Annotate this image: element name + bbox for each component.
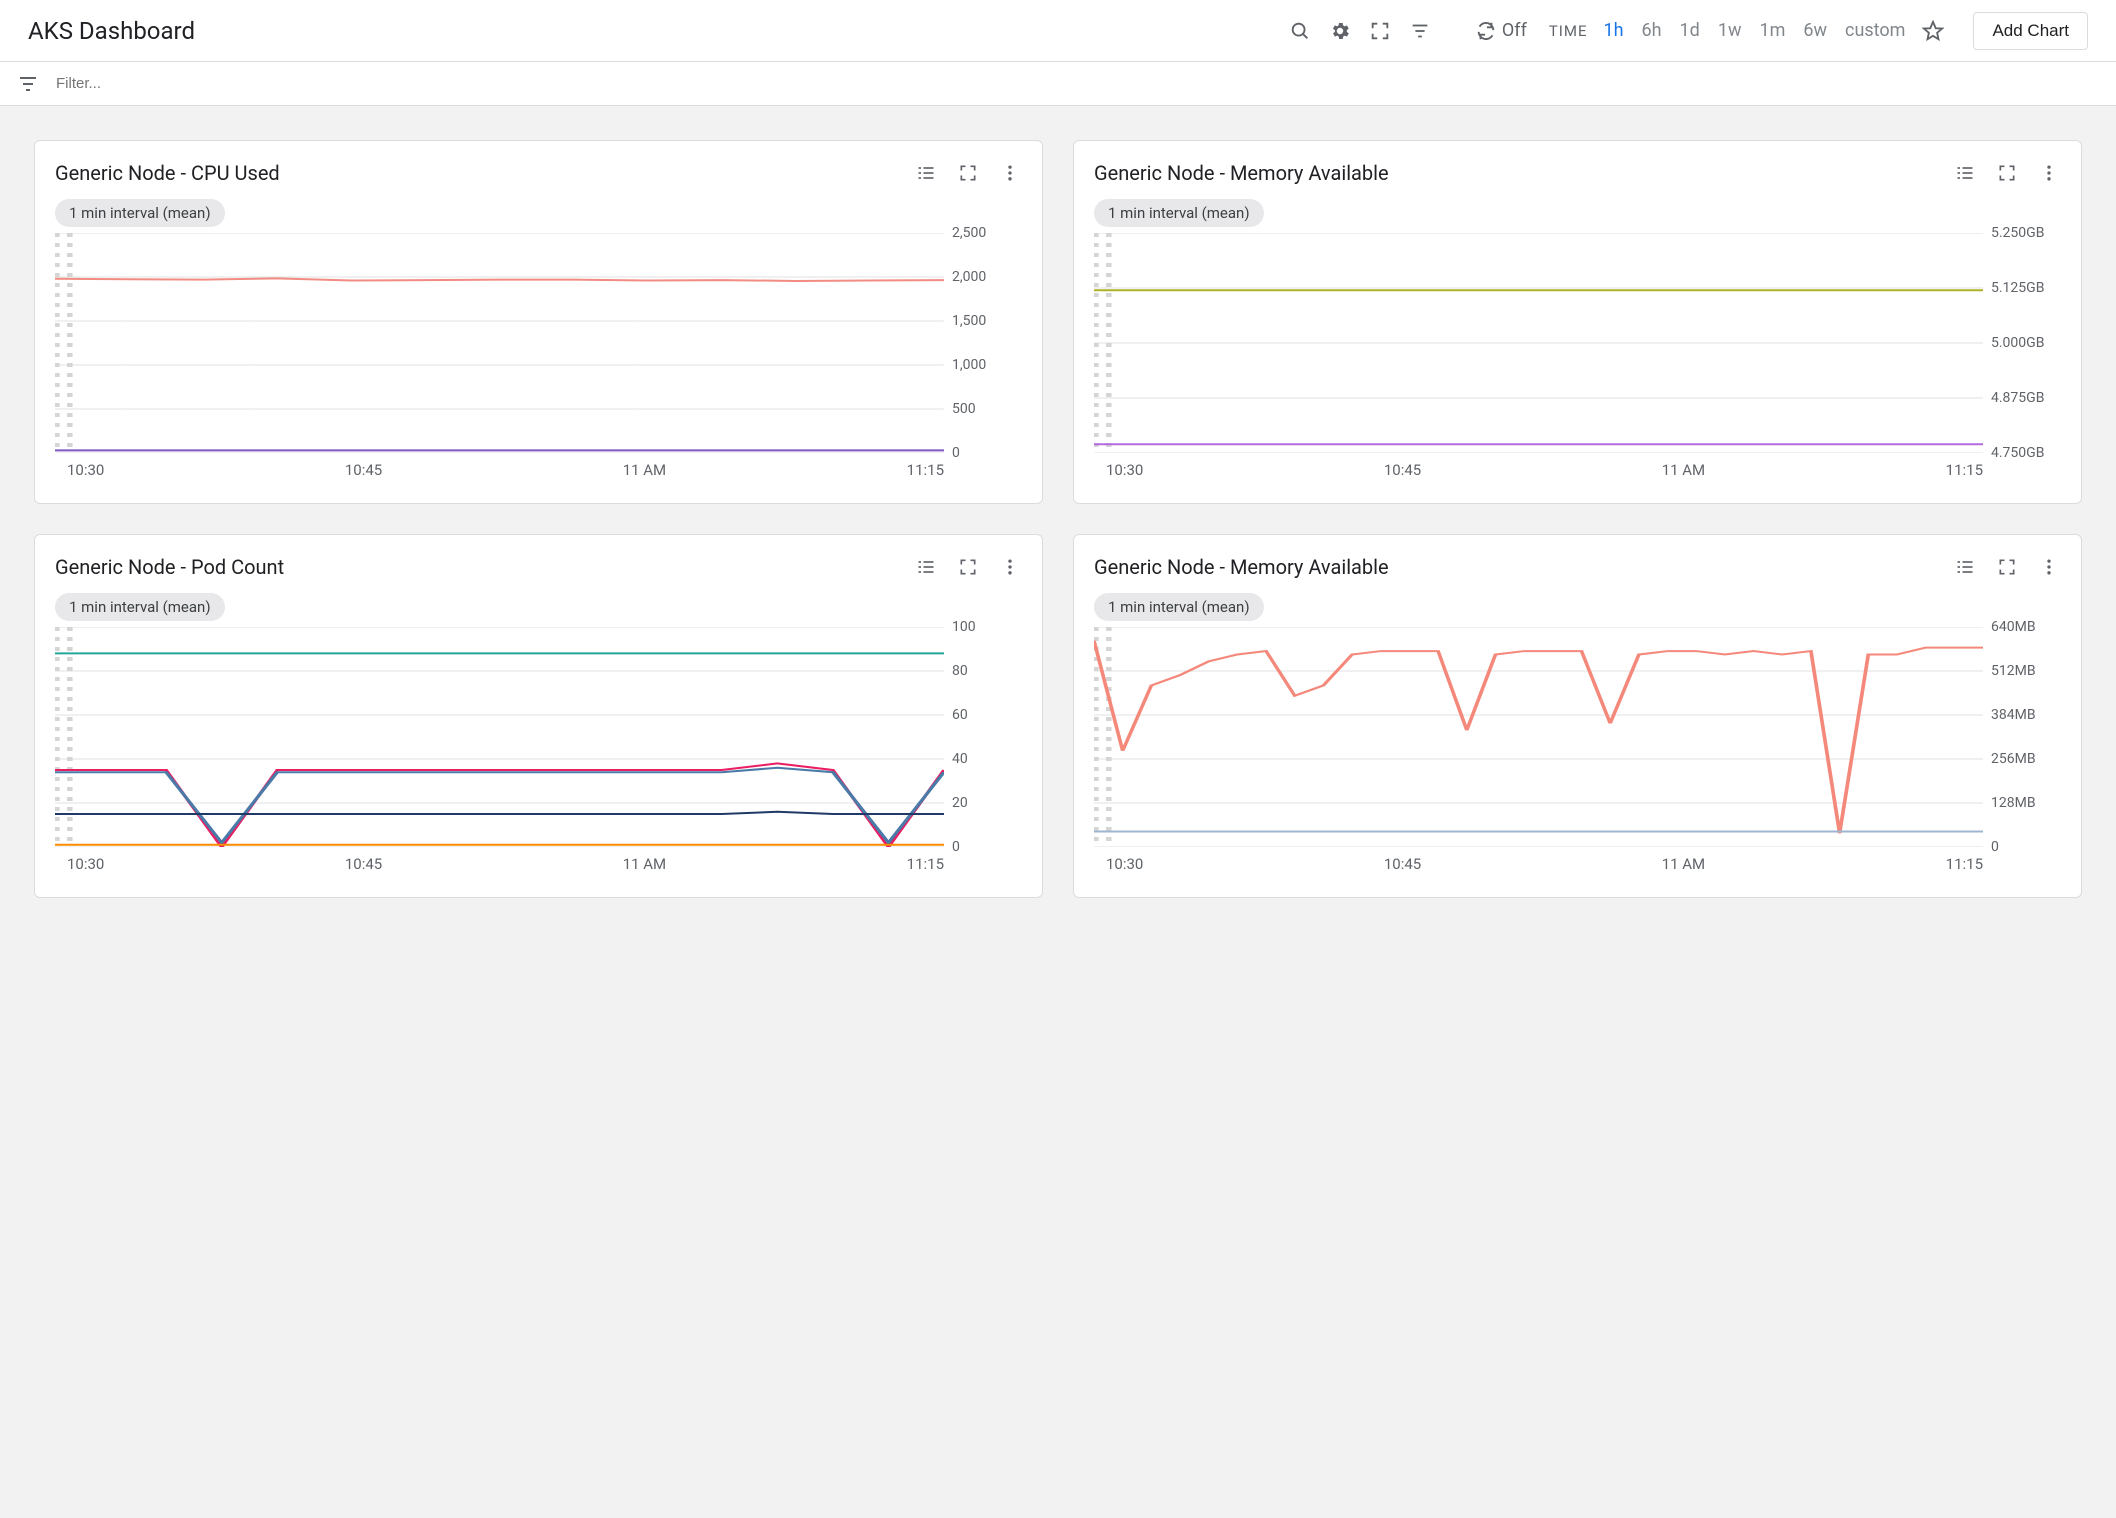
chart-card: Generic Node - Memory Available 1 min in… <box>1073 534 2082 898</box>
chart-area: 2,5002,0001,5001,0005000 10:3010:4511 AM… <box>55 233 1022 479</box>
time-opt-1h[interactable]: 1h <box>1603 20 1623 41</box>
chart-area: 100806040200 10:3010:4511 AM11:15 <box>55 627 1022 873</box>
interval-badge[interactable]: 1 min interval (mean) <box>55 199 225 227</box>
card-header: Generic Node - Memory Available <box>1094 555 2061 579</box>
expand-icon[interactable] <box>956 555 980 579</box>
fullscreen-icon[interactable] <box>1368 19 1392 43</box>
y-axis-ticks: 5.250GB5.125GB5.000GB4.875GB4.750GB <box>1983 233 2061 453</box>
filter-input[interactable] <box>56 75 2100 92</box>
card-actions <box>914 161 1022 185</box>
y-axis-ticks: 2,5002,0001,5001,0005000 <box>944 233 1022 453</box>
y-axis-ticks: 100806040200 <box>944 627 1022 847</box>
chart-card: Generic Node - CPU Used 1 min interval (… <box>34 140 1043 504</box>
time-range-selector: 1h 6h 1d 1w 1m 6w custom <box>1603 20 1905 41</box>
y-axis-ticks: 640MB512MB384MB256MB128MB0 <box>1983 627 2061 847</box>
card-header: Generic Node - Memory Available <box>1094 161 2061 185</box>
card-header: Generic Node - CPU Used <box>55 161 1022 185</box>
interval-badge[interactable]: 1 min interval (mean) <box>55 593 225 621</box>
refresh-icon <box>1474 19 1498 43</box>
x-axis-ticks: 10:3010:4511 AM11:15 <box>1094 847 2061 873</box>
expand-icon[interactable] <box>1995 555 2019 579</box>
card-title: Generic Node - Memory Available <box>1094 161 1953 185</box>
more-vert-icon[interactable] <box>998 555 1022 579</box>
chart-grid: Generic Node - CPU Used 1 min interval (… <box>0 106 2116 932</box>
time-opt-1w[interactable]: 1w <box>1718 20 1742 41</box>
x-axis-ticks: 10:3010:4511 AM11:15 <box>55 847 1022 873</box>
chart-area: 640MB512MB384MB256MB128MB0 10:3010:4511 … <box>1094 627 2061 873</box>
x-axis-ticks: 10:3010:4511 AM11:15 <box>1094 453 2061 479</box>
gear-icon[interactable] <box>1328 19 1352 43</box>
topbar: AKS Dashboard Off TIME 1h 6h 1d 1w 1m 6w <box>0 0 2116 62</box>
chart-area: 5.250GB5.125GB5.000GB4.875GB4.750GB 10:3… <box>1094 233 2061 479</box>
card-actions <box>914 555 1022 579</box>
expand-icon[interactable] <box>1995 161 2019 185</box>
star-icon[interactable] <box>1921 19 1945 43</box>
time-opt-custom[interactable]: custom <box>1845 20 1905 41</box>
page-title: AKS Dashboard <box>28 17 195 45</box>
card-title: Generic Node - CPU Used <box>55 161 914 185</box>
time-opt-1d[interactable]: 1d <box>1680 20 1700 41</box>
chart-card: Generic Node - Pod Count 1 min interval … <box>34 534 1043 898</box>
legend-icon[interactable] <box>1953 555 1977 579</box>
interval-badge[interactable]: 1 min interval (mean) <box>1094 199 1264 227</box>
time-opt-6h[interactable]: 6h <box>1642 20 1662 41</box>
search-icon[interactable] <box>1288 19 1312 43</box>
legend-icon[interactable] <box>1953 161 1977 185</box>
more-vert-icon[interactable] <box>2037 555 2061 579</box>
time-opt-6w[interactable]: 6w <box>1803 20 1827 41</box>
refresh-toggle[interactable]: Off <box>1474 19 1527 43</box>
time-label: TIME <box>1549 22 1588 40</box>
add-chart-button[interactable]: Add Chart <box>1973 12 2088 50</box>
refresh-state: Off <box>1502 20 1527 41</box>
filter-list-icon[interactable] <box>1408 19 1432 43</box>
topbar-tools: Off TIME 1h 6h 1d 1w 1m 6w custom Add Ch… <box>1288 12 2088 50</box>
x-axis-ticks: 10:3010:4511 AM11:15 <box>55 453 1022 479</box>
time-opt-1m[interactable]: 1m <box>1759 20 1785 41</box>
card-header: Generic Node - Pod Count <box>55 555 1022 579</box>
expand-icon[interactable] <box>956 161 980 185</box>
card-title: Generic Node - Memory Available <box>1094 555 1953 579</box>
legend-icon[interactable] <box>914 161 938 185</box>
interval-badge[interactable]: 1 min interval (mean) <box>1094 593 1264 621</box>
card-actions <box>1953 161 2061 185</box>
filter-bar <box>0 62 2116 106</box>
card-title: Generic Node - Pod Count <box>55 555 914 579</box>
legend-icon[interactable] <box>914 555 938 579</box>
filter-icon[interactable] <box>16 72 40 96</box>
more-vert-icon[interactable] <box>2037 161 2061 185</box>
more-vert-icon[interactable] <box>998 161 1022 185</box>
chart-card: Generic Node - Memory Available 1 min in… <box>1073 140 2082 504</box>
card-actions <box>1953 555 2061 579</box>
